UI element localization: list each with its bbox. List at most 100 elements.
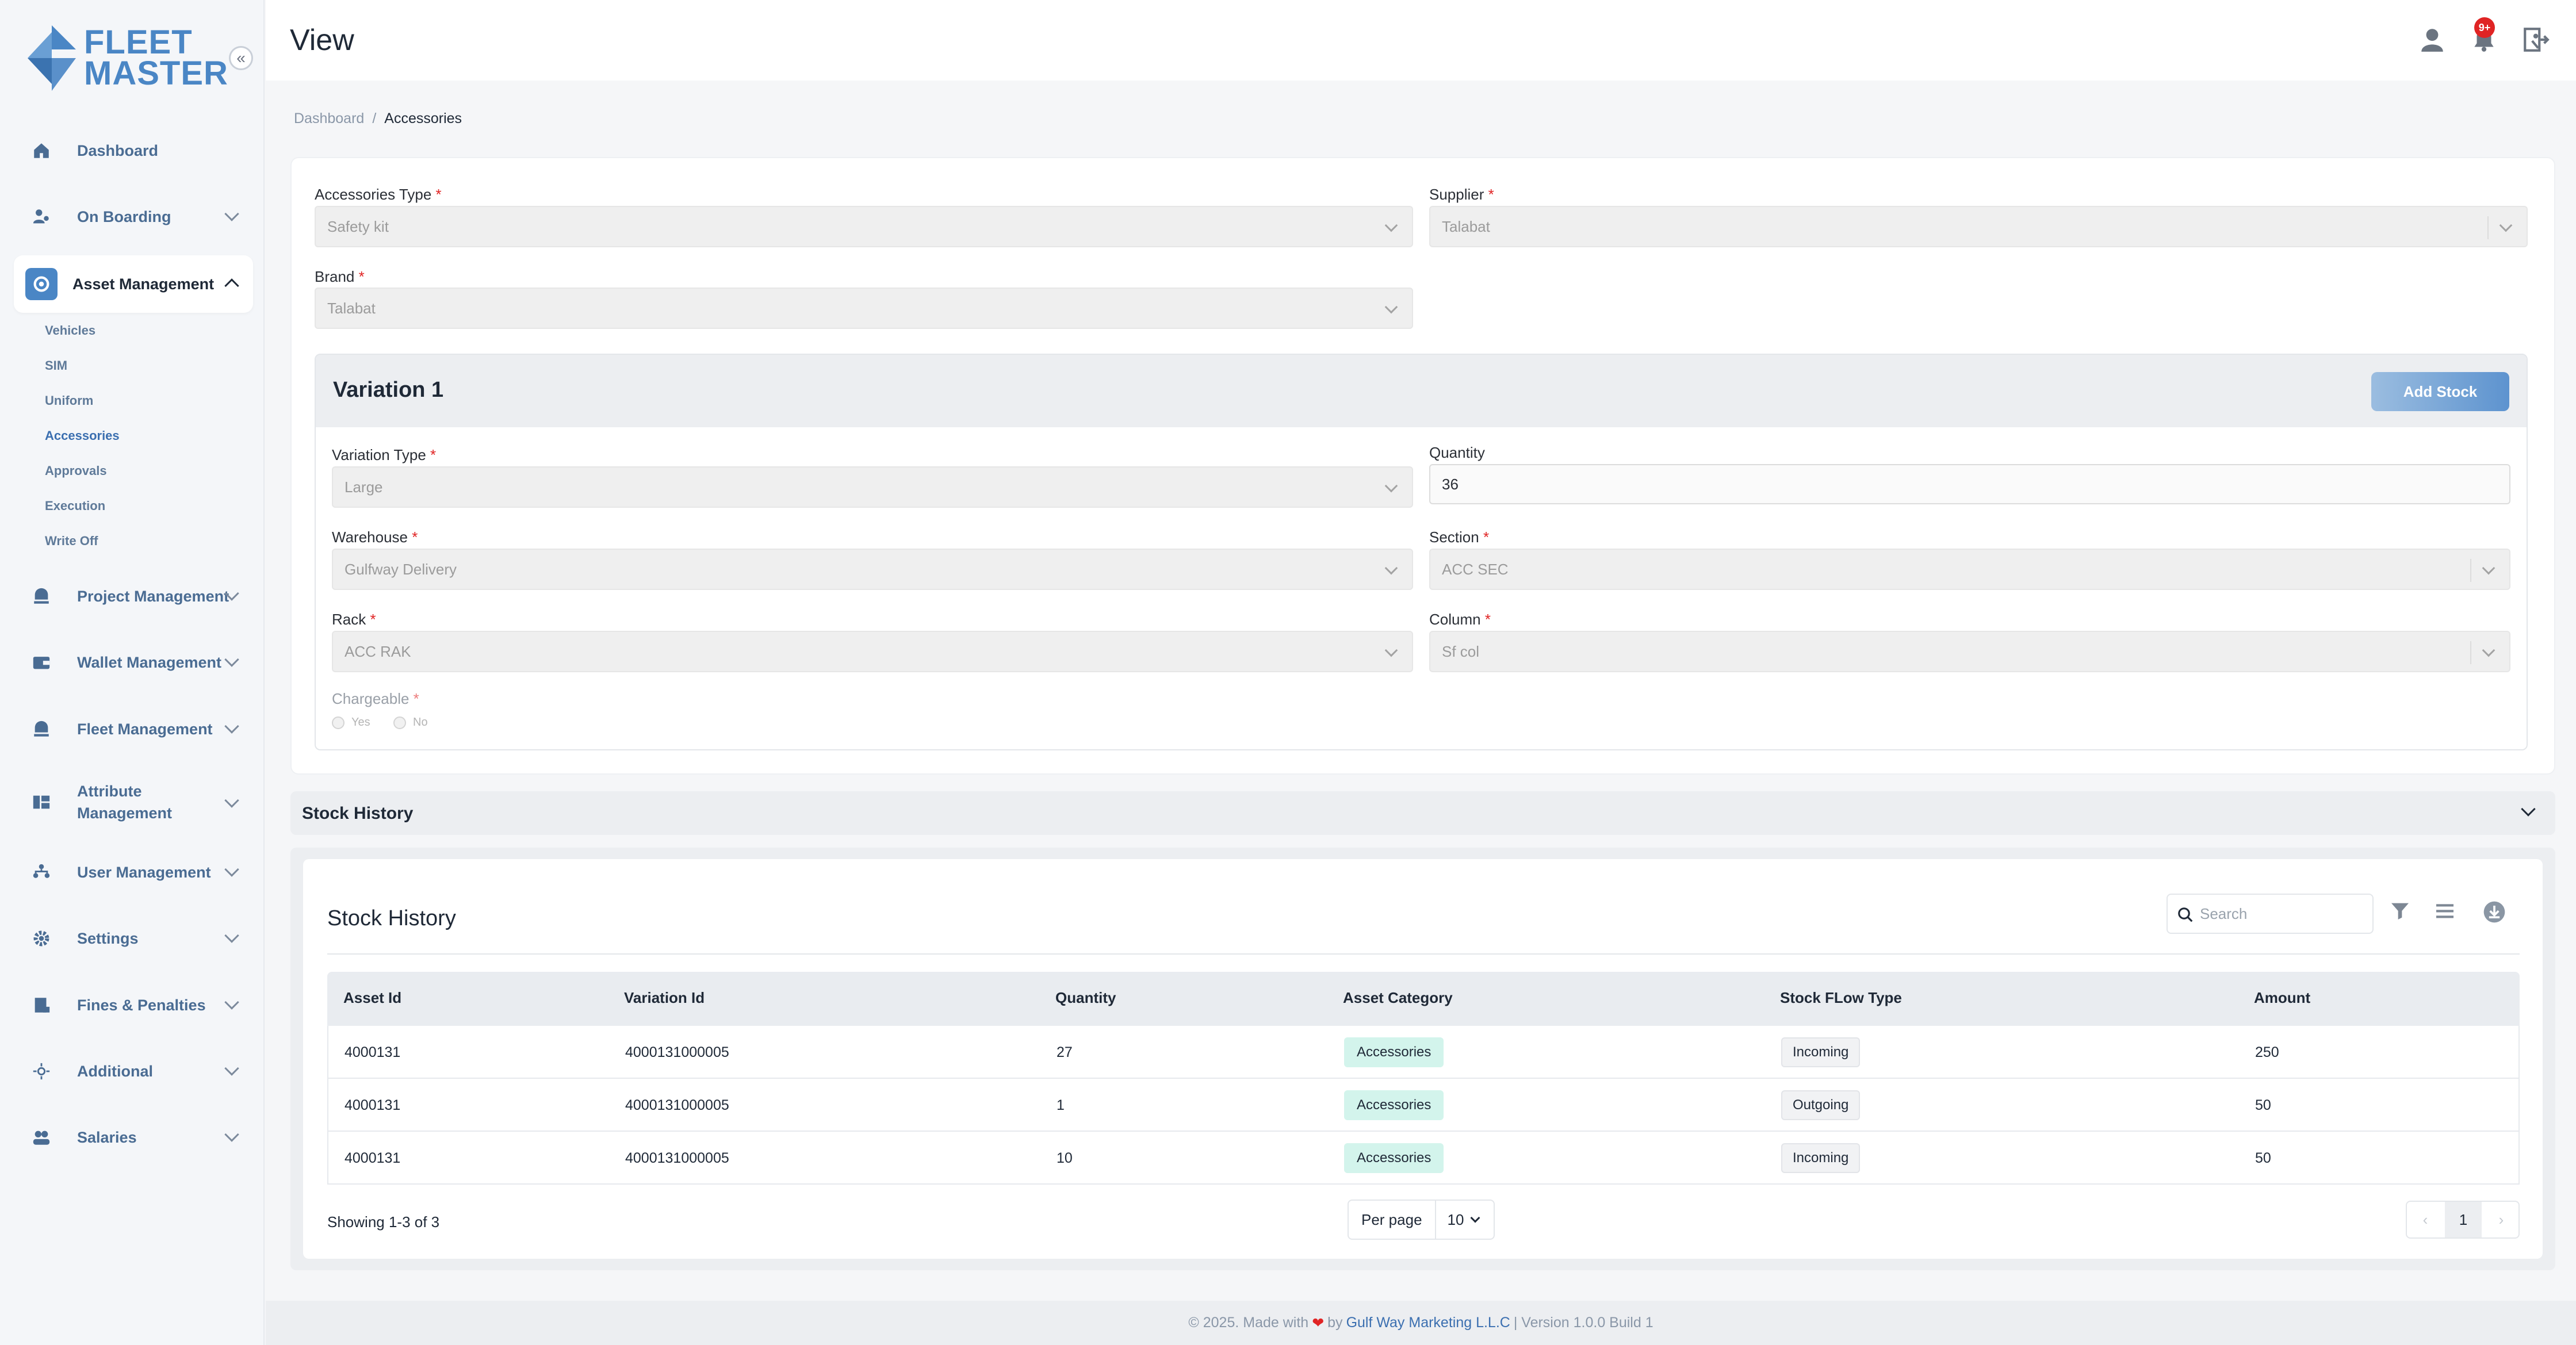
user-profile-icon[interactable] (2418, 25, 2447, 54)
logout-icon[interactable] (2521, 25, 2550, 54)
stock-history-accordion[interactable]: Stock History (290, 791, 2555, 835)
sidebar-item-user-management[interactable]: User Management (14, 844, 253, 901)
select-divider (2487, 216, 2489, 239)
warehouse-label: Warehouse * (332, 528, 418, 546)
add-stock-button[interactable]: Add Stock (2371, 372, 2509, 411)
table-row[interactable]: 4000131 4000131000005 27 Accessories Inc… (327, 1026, 2520, 1079)
supplier-select[interactable]: Talabat (1429, 206, 2528, 247)
fleet-master-logo[interactable]: FLEET MASTER (23, 21, 230, 95)
sidebar-item-salaries[interactable]: Salaries (14, 1109, 253, 1166)
stock-history-title: Stock History (327, 906, 456, 930)
columns-list-icon[interactable] (2433, 899, 2462, 928)
radio-circle-icon (332, 716, 345, 729)
flow-type-badge: Incoming (1781, 1037, 1861, 1067)
chevron-down-icon (2482, 643, 2495, 657)
column-header-asset-id[interactable]: Asset Id (343, 989, 401, 1007)
footer-by: by (1327, 1315, 1343, 1331)
sidebar-subitem-write-off[interactable]: Write Off (45, 534, 98, 549)
sidebar-item-label: Fines & Penalties (77, 996, 206, 1014)
sidebar-item-label: Fleet Management (77, 720, 213, 738)
chevron-down-icon (1384, 300, 1398, 314)
chevron-down-icon (224, 719, 239, 734)
column-header-quantity[interactable]: Quantity (1055, 989, 1116, 1007)
sidebar-subitem-sim[interactable]: SIM (45, 358, 67, 373)
download-icon[interactable] (2482, 899, 2510, 928)
filter-icon[interactable] (2389, 899, 2417, 928)
search-input[interactable]: Search (2167, 894, 2374, 934)
chevron-down-icon (224, 862, 239, 877)
next-page-button[interactable]: › (2483, 1202, 2520, 1237)
sidebar-item-asset-management[interactable]: Asset Management (14, 255, 253, 313)
home-icon (30, 139, 53, 162)
collapse-sidebar-button[interactable]: « (229, 46, 253, 70)
brand-select[interactable]: Talabat (315, 288, 1413, 329)
sidebar-item-label: Attribute (77, 783, 142, 800)
chevron-down-icon (224, 652, 239, 667)
chevron-down-icon (224, 1061, 239, 1076)
footer-prefix: © 2025. Made with (1188, 1315, 1309, 1331)
sidebar-subitem-execution[interactable]: Execution (45, 499, 105, 514)
radio-label-no: No (413, 716, 428, 729)
sidebar-item-label: Asset Management (72, 275, 215, 293)
wallet-icon (30, 651, 53, 674)
variation-type-select[interactable]: Large (332, 466, 1413, 508)
chevron-down-icon (224, 793, 239, 808)
sidebar-item-attribute-management[interactable]: Attribute Management (14, 772, 253, 832)
sidebar-item-project-management[interactable]: Project Management (14, 568, 253, 625)
per-page-value: 10 (1447, 1210, 1464, 1228)
select-divider (2470, 641, 2471, 664)
fines-icon (30, 994, 53, 1017)
logo-line-2: MASTER (84, 55, 228, 92)
sidebar-subitem-accessories[interactable]: Accessories (45, 428, 120, 443)
table-row[interactable]: 4000131 4000131000005 10 Accessories Inc… (327, 1132, 2520, 1185)
accordion-title: Stock History (302, 804, 414, 823)
stock-history-panel: Stock History Search Asset Id Variation … (303, 859, 2543, 1259)
column-header-amount[interactable]: Amount (2254, 989, 2310, 1007)
sidebar-item-label: Additional (77, 1062, 153, 1080)
sidebar-item-label: Project Management (77, 587, 229, 605)
breadcrumb: Dashboard / Accessories (294, 110, 462, 127)
sidebar-item-wallet-management[interactable]: Wallet Management (14, 634, 253, 691)
prev-page-button[interactable]: ‹ (2407, 1202, 2444, 1237)
table-header: Asset Id Variation Id Quantity Asset Cat… (327, 972, 2520, 1026)
sidebar-item-label: Wallet Management (77, 653, 222, 671)
search-icon (2177, 906, 2194, 928)
section-select[interactable]: ACC SEC (1429, 549, 2510, 590)
column-header-asset-category[interactable]: Asset Category (1343, 989, 1453, 1007)
breadcrumb-home[interactable]: Dashboard (294, 110, 364, 127)
rack-select[interactable]: ACC RAK (332, 631, 1413, 672)
company-link[interactable]: Gulf Way Marketing L.L.C (1346, 1315, 1510, 1331)
sidebar-item-additional[interactable]: Additional (14, 1043, 253, 1100)
accessories-type-select[interactable]: Safety kit (315, 206, 1413, 247)
sidebar-item-on-boarding[interactable]: On Boarding (14, 188, 253, 246)
page-number-button[interactable]: 1 (2445, 1202, 2482, 1237)
chargeable-yes-radio[interactable]: Yes (332, 716, 370, 729)
category-badge: Accessories (1344, 1090, 1444, 1120)
sidebar-subitem-vehicles[interactable]: Vehicles (45, 323, 95, 338)
table-row[interactable]: 4000131 4000131000005 1 Accessories Outg… (327, 1079, 2520, 1132)
sidebar-item-settings[interactable]: Settings (14, 910, 253, 967)
sidebar-subitem-approvals[interactable]: Approvals (45, 463, 107, 478)
select-divider (2470, 559, 2471, 582)
radio-label-yes: Yes (351, 716, 370, 729)
warehouse-select[interactable]: Gulfway Delivery (332, 549, 1413, 590)
chevron-down-icon (1384, 219, 1398, 232)
column-header-stock-flow-type[interactable]: Stock FLow Type (1780, 989, 1902, 1007)
sidebar-item-dashboard[interactable]: Dashboard (14, 122, 253, 179)
per-page-select[interactable]: Per page 10 (1348, 1200, 1495, 1240)
chargeable-no-radio[interactable]: No (393, 716, 428, 729)
sidebar-subitem-uniform[interactable]: Uniform (45, 393, 93, 408)
column-select[interactable]: Sf col (1429, 631, 2510, 672)
cell-variation-id: 4000131000005 (625, 1044, 729, 1060)
variation-header: Variation 1 Add Stock (316, 355, 2527, 427)
radio-circle-icon (393, 716, 406, 729)
per-page-label: Per page (1349, 1201, 1436, 1239)
sidebar-item-fines-penalties[interactable]: Fines & Penalties (14, 976, 253, 1034)
sidebar-item-fleet-management[interactable]: Fleet Management (14, 700, 253, 758)
cell-quantity: 1 (1057, 1097, 1065, 1113)
column-header-variation-id[interactable]: Variation Id (624, 989, 705, 1007)
flow-type-badge: Incoming (1781, 1143, 1861, 1173)
top-header: View (266, 0, 2576, 81)
cell-asset-id: 4000131 (345, 1044, 401, 1060)
quantity-field[interactable]: 36 (1429, 464, 2510, 504)
